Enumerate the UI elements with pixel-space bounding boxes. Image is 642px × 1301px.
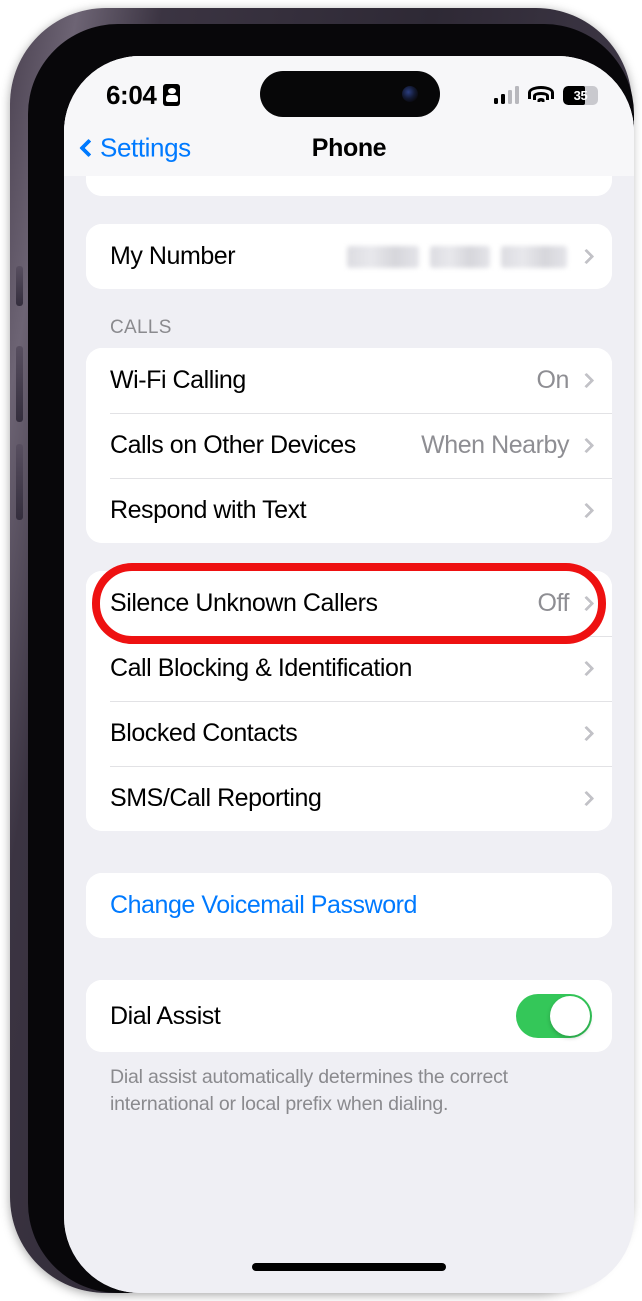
row-value: When Nearby bbox=[421, 431, 569, 459]
cellular-signal-icon bbox=[493, 86, 519, 104]
battery-icon: 35 bbox=[563, 85, 598, 105]
row-value: On bbox=[536, 366, 570, 394]
silence-unknown-callers-wrapper: Silence Unknown Callers Off Call Blockin… bbox=[86, 563, 612, 831]
status-bar-left: 6:04 bbox=[106, 79, 181, 111]
row-label: SMS/Call Reporting bbox=[110, 784, 322, 812]
volume-down-button[interactable] bbox=[16, 444, 23, 520]
chevron-right-icon bbox=[578, 725, 595, 742]
row-value: Off bbox=[537, 589, 569, 617]
battery-percent-label: 35 bbox=[573, 87, 588, 103]
navigation-bar: Settings Phone bbox=[64, 120, 634, 176]
row-label: Wi-Fi Calling bbox=[110, 366, 246, 394]
row-call-blocking-identification[interactable]: Call Blocking & Identification bbox=[86, 636, 612, 701]
dynamic-island bbox=[260, 71, 440, 117]
row-change-voicemail-password[interactable]: Change Voicemail Password bbox=[86, 873, 612, 938]
section-header-calls: CALLS bbox=[110, 317, 172, 338]
back-button-label: Settings bbox=[100, 132, 191, 163]
call-blocking-group: Silence Unknown Callers Off Call Blockin… bbox=[86, 571, 612, 831]
my-number-group: My Number bbox=[86, 224, 612, 289]
chevron-right-icon bbox=[578, 502, 595, 519]
chevron-left-icon bbox=[79, 138, 98, 158]
chevron-right-icon bbox=[578, 248, 595, 265]
back-button[interactable]: Settings bbox=[78, 133, 191, 164]
row-label: Respond with Text bbox=[110, 496, 307, 524]
row-calls-on-other-devices[interactable]: Calls on Other Devices When Nearby bbox=[86, 413, 612, 478]
row-label: Dial Assist bbox=[110, 1001, 221, 1030]
row-label: Silence Unknown Callers bbox=[110, 589, 378, 617]
phone-screen: Announce Calls Never My Number bbox=[64, 56, 634, 1293]
row-respond-with-text[interactable]: Respond with Text bbox=[86, 478, 612, 543]
row-label: My Number bbox=[110, 242, 236, 270]
dial-assist-toggle[interactable] bbox=[516, 994, 592, 1038]
voicemail-group: Change Voicemail Password bbox=[86, 873, 612, 938]
home-indicator[interactable] bbox=[252, 1263, 446, 1271]
row-blocked-contacts[interactable]: Blocked Contacts bbox=[86, 701, 612, 766]
row-label: Call Blocking & Identification bbox=[110, 654, 412, 682]
chevron-right-icon bbox=[578, 595, 595, 612]
page-title: Phone bbox=[311, 133, 387, 162]
row-my-number[interactable]: My Number bbox=[86, 224, 612, 289]
row-sms-call-reporting[interactable]: SMS/Call Reporting bbox=[86, 766, 612, 831]
volume-up-button[interactable] bbox=[16, 346, 23, 422]
chevron-right-icon bbox=[578, 660, 595, 677]
chevron-right-icon bbox=[578, 372, 595, 389]
row-label: Blocked Contacts bbox=[110, 719, 298, 747]
mute-switch[interactable] bbox=[16, 266, 23, 306]
calls-group: Wi-Fi Calling On Calls on Other Devices … bbox=[86, 348, 612, 543]
status-bar-right: 35 bbox=[493, 85, 598, 105]
phone-frame: Announce Calls Never My Number bbox=[10, 8, 634, 1293]
dial-assist-group: Dial Assist bbox=[86, 980, 612, 1052]
chevron-right-icon bbox=[578, 790, 595, 807]
row-dial-assist: Dial Assist bbox=[86, 980, 612, 1052]
row-silence-unknown-callers[interactable]: Silence Unknown Callers Off bbox=[86, 571, 612, 636]
badge-icon bbox=[163, 84, 181, 106]
row-label: Change Voicemail Password bbox=[110, 891, 417, 919]
settings-scroll-view[interactable]: Announce Calls Never My Number bbox=[64, 56, 634, 1293]
status-time: 6:04 bbox=[106, 79, 157, 110]
row-wifi-calling[interactable]: Wi-Fi Calling On bbox=[86, 348, 612, 413]
row-label: Calls on Other Devices bbox=[110, 431, 356, 459]
wifi-icon bbox=[528, 85, 554, 105]
front-camera-icon bbox=[402, 86, 418, 102]
dial-assist-footer: Dial assist automatically determines the… bbox=[110, 1066, 508, 1115]
my-number-redacted-value bbox=[347, 245, 567, 268]
chevron-right-icon bbox=[578, 437, 595, 454]
phone-bezel: Announce Calls Never My Number bbox=[28, 24, 634, 1293]
toggle-knob bbox=[550, 996, 590, 1036]
